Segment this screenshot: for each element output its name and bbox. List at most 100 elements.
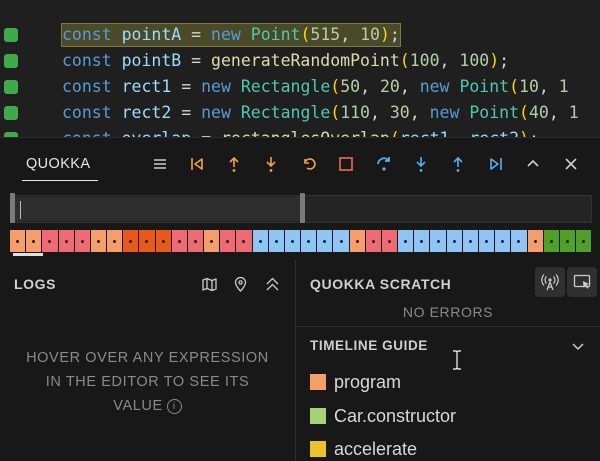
code-text: const pointB = generateRandomPoint(100, …	[62, 50, 509, 72]
timeline-step[interactable]	[107, 230, 123, 252]
code-line[interactable]: const pointA = new Point(515, 10);	[0, 22, 600, 48]
stop-icon[interactable]	[334, 152, 358, 176]
timeline-step[interactable]	[220, 230, 236, 252]
timeline-step[interactable]	[365, 230, 381, 252]
map-icon[interactable]	[198, 273, 220, 295]
redo-icon[interactable]	[372, 152, 396, 176]
code-token: 1	[568, 103, 579, 122]
timeline-step[interactable]	[462, 230, 478, 252]
code-line[interactable]: const overlap = rectanglesOverlap(rect1,…	[0, 126, 600, 137]
text-cursor	[20, 201, 21, 219]
code-token: 20	[379, 77, 400, 96]
code-line[interactable]: const pointB = generateRandomPoint(100, …	[0, 48, 600, 74]
code-token: new	[211, 25, 251, 44]
step-into-icon[interactable]	[409, 152, 433, 176]
step-back-icon[interactable]	[446, 152, 470, 176]
slider-handle-start[interactable]	[10, 193, 15, 223]
close-icon[interactable]	[559, 152, 583, 176]
logs-empty-message: HOVER OVER ANY EXPRESSION IN THE EDITOR …	[0, 346, 295, 418]
timeline-step[interactable]	[26, 230, 42, 252]
collapse-all-icon[interactable]	[261, 273, 283, 295]
timeline-step[interactable]	[42, 230, 58, 252]
open-in-window-icon[interactable]	[567, 267, 597, 297]
guide-item-label: program	[334, 371, 402, 392]
code-text: const rect1 = new Rectangle(50, 20, new …	[62, 76, 569, 98]
code-token: rectanglesOverlap	[221, 129, 390, 137]
code-line[interactable]: const rect1 = new Rectangle(50, 20, new …	[0, 74, 600, 100]
code-token: (	[399, 51, 410, 70]
code-line[interactable]: const rect2 = new Rectangle(110, 30, new…	[0, 100, 600, 126]
step-in-icon[interactable]	[259, 152, 283, 176]
timeline-step[interactable]	[381, 230, 398, 252]
timeline-step[interactable]	[139, 230, 155, 252]
timeline-step[interactable]	[559, 230, 576, 252]
timeline-step[interactable]	[527, 230, 543, 252]
step-to-start-icon[interactable]	[185, 152, 209, 176]
chevron-down-icon[interactable]	[568, 336, 588, 356]
timeline-step[interactable]	[58, 230, 74, 252]
timeline-step[interactable]	[74, 230, 90, 252]
timeline-steps[interactable]	[10, 230, 592, 252]
timeline-step[interactable]	[446, 230, 462, 252]
timeline-step[interactable]	[155, 230, 171, 252]
tab-quokka[interactable]: QUOKKA	[26, 156, 90, 172]
guide-item: accelerate	[310, 438, 417, 460]
step-out-icon[interactable]	[222, 152, 246, 176]
timeline-step[interactable]	[301, 230, 317, 252]
code-token: ,	[538, 77, 559, 96]
broadcast-icon[interactable]	[535, 267, 565, 297]
timeline-step[interactable]	[268, 230, 284, 252]
location-pin-icon[interactable]	[229, 273, 251, 295]
info-icon[interactable]: i	[166, 399, 182, 414]
code-token: Point	[459, 77, 510, 96]
timeline-step[interactable]	[187, 230, 204, 252]
code-token: 10	[519, 77, 539, 96]
timeline-step[interactable]	[543, 230, 559, 252]
code-editor[interactable]: const pointA = new Point(515, 10); const…	[0, 0, 600, 137]
code-token: ;	[529, 129, 539, 137]
collapse-icon[interactable]	[521, 152, 545, 176]
timeline-step[interactable]	[317, 230, 333, 252]
timeline-step[interactable]	[204, 230, 220, 252]
timeline-step[interactable]	[284, 230, 301, 252]
timeline-step[interactable]	[333, 230, 349, 252]
panel-tabbar: QUOKKA	[0, 138, 600, 188]
code-token: 50	[340, 77, 361, 96]
timeline-step[interactable]	[90, 230, 107, 252]
code-text: const rect2 = new Rectangle(110, 30, new…	[62, 102, 579, 124]
code-token: 515	[310, 25, 341, 44]
code-token: ,	[409, 103, 430, 122]
timeline-step[interactable]	[511, 230, 527, 252]
code-token: Rectangle	[240, 103, 331, 122]
menu-icon[interactable]	[148, 152, 172, 176]
code-token: ,	[370, 103, 390, 122]
timeline-step[interactable]	[398, 230, 414, 252]
timeline-step[interactable]	[252, 230, 268, 252]
empty-message-line: VALUE	[113, 398, 163, 414]
coverage-marker	[4, 106, 18, 120]
undo-icon[interactable]	[297, 152, 321, 176]
timeline-step[interactable]	[478, 230, 495, 252]
empty-message-line: IN THE EDITOR TO SEE ITS	[45, 374, 250, 390]
code-token: (	[509, 77, 520, 96]
timeline-slider[interactable]	[10, 193, 592, 227]
guide-item-label: Car.constructor	[334, 405, 457, 426]
scratch-status: NO ERRORS	[402, 304, 494, 320]
slider-handle-end[interactable]	[300, 193, 305, 223]
code-token: ;	[499, 51, 510, 70]
timeline-step[interactable]	[123, 230, 139, 252]
run-to-end-icon[interactable]	[484, 152, 508, 176]
timeline-guide-title[interactable]: TIMELINE GUIDE	[310, 338, 428, 353]
timeline-step[interactable]	[495, 230, 511, 252]
timeline-step[interactable]	[10, 230, 26, 252]
timeline-step[interactable]	[349, 230, 365, 252]
timeline-step[interactable]	[171, 230, 187, 252]
code-token: ,	[340, 25, 361, 44]
timeline-step[interactable]	[430, 230, 446, 252]
timeline-step[interactable]	[414, 230, 430, 252]
code-token: rect1	[121, 77, 172, 96]
code-token: pointB	[121, 51, 182, 70]
timeline-step[interactable]	[236, 230, 252, 252]
timeline-step[interactable]	[576, 230, 592, 252]
coverage-marker	[4, 80, 18, 94]
